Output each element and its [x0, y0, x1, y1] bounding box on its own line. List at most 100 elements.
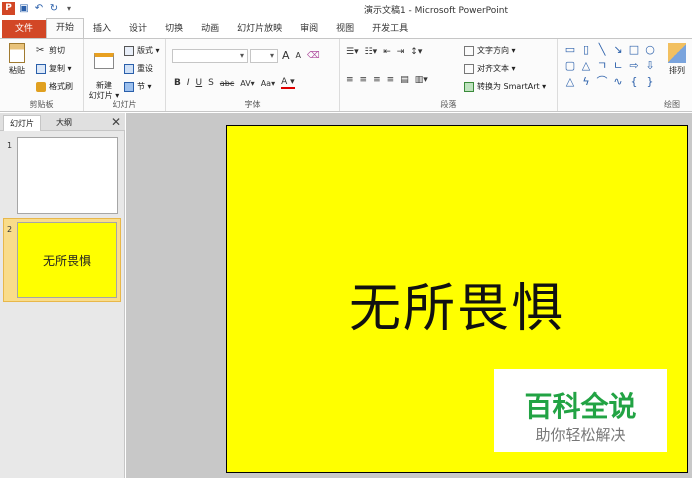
tab-file[interactable]: 文件	[2, 20, 47, 38]
text-direction-label: 文字方向 ▾	[477, 46, 516, 55]
elbow-connector-icon[interactable]: ㄴ	[611, 59, 625, 73]
tab-developer[interactable]: 开发工具	[363, 20, 417, 38]
watermark-logo: 百科全说 助你轻松解决	[494, 369, 667, 452]
font-size-combo[interactable]	[250, 49, 278, 63]
underline-button[interactable]: U	[196, 78, 203, 88]
align-right-icon[interactable]: ≡	[373, 75, 381, 85]
right-arrow-shape-icon[interactable]: ⇨	[627, 59, 641, 73]
font-format-buttons: B I U S abc AV▾ Aa▾ A ▾	[174, 77, 295, 89]
section-label: 节 ▾	[137, 82, 152, 91]
ribbon-tabs: 文件 开始 插入 设计 切换 动画 幻灯片放映 审阅 视图 开发工具	[0, 18, 692, 38]
format-painter-button[interactable]: 格式刷	[36, 81, 73, 92]
shape-freeform-icon[interactable]: ∿	[611, 75, 625, 89]
font-group: A A ⌫ B I U S abc AV▾ Aa▾ A ▾ 字体	[166, 39, 340, 111]
tab-home[interactable]: 开始	[46, 18, 85, 38]
decrease-indent-icon[interactable]: ⇤	[383, 47, 391, 57]
change-case-button[interactable]: Aa▾	[261, 79, 275, 88]
arrow-shape-icon[interactable]: ↘	[611, 43, 625, 57]
char-spacing-button[interactable]: AV▾	[240, 79, 254, 88]
text-direction-button[interactable]: 文字方向 ▾	[464, 45, 516, 56]
grow-font-button[interactable]: A	[282, 49, 290, 62]
line-spacing-icon[interactable]: ↕▾	[410, 47, 422, 57]
vertical-textbox-icon[interactable]: ▯	[579, 43, 593, 57]
tab-review[interactable]: 审阅	[291, 20, 327, 38]
textbox-shape-icon[interactable]: ▭	[563, 43, 577, 57]
cut-button[interactable]: ✂ 剪切	[36, 45, 65, 56]
rounded-rect-icon[interactable]: ▢	[563, 59, 577, 73]
slide-thumbnail-2[interactable]: 无所畏惧	[17, 222, 117, 298]
align-text-button[interactable]: 对齐文本 ▾	[464, 63, 516, 74]
new-slide-button[interactable]: 新建 幻灯片 ▾	[86, 43, 122, 101]
drawing-group: ▭ ▯ ╲ ↘ □ ○ ▢ △ ㄱ ㄴ ⇨ ⇩ △ ϟ ⌒ ∿ { } 排列 绘…	[558, 39, 692, 111]
slides-group: 新建 幻灯片 ▾ 版式 ▾ 重设 节 ▾ 幻灯片	[84, 39, 166, 111]
shape-lightning-icon[interactable]: ϟ	[579, 75, 593, 89]
tab-outline[interactable]: 大纲	[50, 115, 78, 131]
line-shape-icon[interactable]: ╲	[595, 43, 609, 57]
align-text-label: 对齐文本 ▾	[477, 64, 516, 73]
paste-button[interactable]: 粘贴	[4, 43, 30, 76]
shapes-gallery[interactable]: ▭ ▯ ╲ ↘ □ ○ ▢ △ ㄱ ㄴ ⇨ ⇩ △ ϟ ⌒ ∿ { }	[563, 43, 663, 89]
clipboard-group-label: 剪贴板	[29, 100, 54, 109]
tab-slides-thumbnails[interactable]: 幻灯片	[3, 115, 41, 131]
reset-icon	[124, 63, 134, 74]
title-bar: P ▣ ↶ ↻ ▾ 演示文稿1 - Microsoft PowerPoint	[0, 0, 692, 18]
tab-transitions[interactable]: 切换	[156, 20, 192, 38]
triangle-shape-icon[interactable]: △	[579, 59, 593, 73]
clear-format-icon[interactable]: ⌫	[307, 51, 320, 61]
arrange-label: 排列	[669, 66, 685, 75]
shape-star-icon[interactable]: △	[563, 75, 577, 89]
arrange-icon	[668, 43, 686, 63]
new-slide-label: 新建 幻灯片 ▾	[88, 81, 120, 100]
brace-left-icon[interactable]: {	[627, 75, 641, 89]
smartart-button[interactable]: 转换为 SmartArt ▾	[464, 81, 546, 92]
down-arrow-shape-icon[interactable]: ⇩	[643, 59, 657, 73]
align-text-icon	[464, 63, 474, 74]
align-center-icon[interactable]: ≡	[360, 75, 368, 85]
bold-button[interactable]: B	[174, 78, 181, 88]
smartart-label: 转换为 SmartArt ▾	[477, 82, 547, 91]
slide-thumbnail-1[interactable]	[17, 137, 118, 214]
tab-slideshow[interactable]: 幻灯片放映	[228, 20, 291, 38]
text-direction-icon	[464, 45, 474, 56]
shrink-font-button[interactable]: A	[296, 51, 301, 60]
numbering-icon[interactable]: ☷▾	[365, 47, 378, 57]
format-painter-label: 格式刷	[49, 82, 73, 91]
panel-tabs: 幻灯片 大纲 ✕	[0, 113, 125, 131]
copy-label: 复制 ▾	[49, 64, 72, 73]
columns-icon[interactable]: ▥▾	[415, 75, 428, 85]
tab-view[interactable]: 视图	[327, 20, 363, 38]
justify-icon[interactable]: ≡	[387, 75, 395, 85]
bullets-icon[interactable]: ☰▾	[346, 47, 359, 57]
new-slide-icon	[94, 53, 114, 69]
align-left-icon[interactable]: ≡	[346, 75, 354, 85]
slide-title-text[interactable]: 无所畏惧	[227, 266, 687, 341]
section-icon	[124, 81, 134, 92]
connector-shape-icon[interactable]: ㄱ	[595, 59, 609, 73]
arrange-button[interactable]: 排列	[664, 43, 690, 76]
layout-icon	[124, 45, 134, 56]
reset-button[interactable]: 重设	[124, 63, 153, 74]
shape-curve-icon[interactable]: ⌒	[595, 75, 609, 89]
italic-button[interactable]: I	[187, 78, 190, 88]
brace-right-icon[interactable]: }	[643, 75, 657, 89]
rectangle-shape-icon[interactable]: □	[627, 43, 641, 57]
shadow-button[interactable]: S	[208, 78, 214, 88]
oval-shape-icon[interactable]: ○	[643, 43, 657, 57]
alignment-buttons: ≡ ≡ ≡ ≡ ▤ ▥▾	[346, 75, 428, 85]
font-group-label: 字体	[244, 100, 261, 109]
tab-insert[interactable]: 插入	[84, 20, 120, 38]
distributed-icon[interactable]: ▤	[400, 75, 409, 85]
section-button[interactable]: 节 ▾	[124, 81, 152, 92]
strikethrough-button[interactable]: abc	[220, 79, 234, 88]
font-name-combo[interactable]	[172, 49, 248, 63]
paste-icon	[9, 43, 25, 63]
copy-button[interactable]: 复制 ▾	[36, 63, 72, 74]
close-panel-icon[interactable]: ✕	[111, 115, 121, 129]
increase-indent-icon[interactable]: ⇥	[397, 47, 405, 57]
tab-animations[interactable]: 动画	[192, 20, 228, 38]
copy-icon	[36, 63, 46, 74]
layout-button[interactable]: 版式 ▾	[124, 45, 160, 56]
font-color-button[interactable]: A ▾	[281, 77, 295, 89]
tab-design[interactable]: 设计	[120, 20, 156, 38]
slide-number: 2	[7, 225, 13, 234]
